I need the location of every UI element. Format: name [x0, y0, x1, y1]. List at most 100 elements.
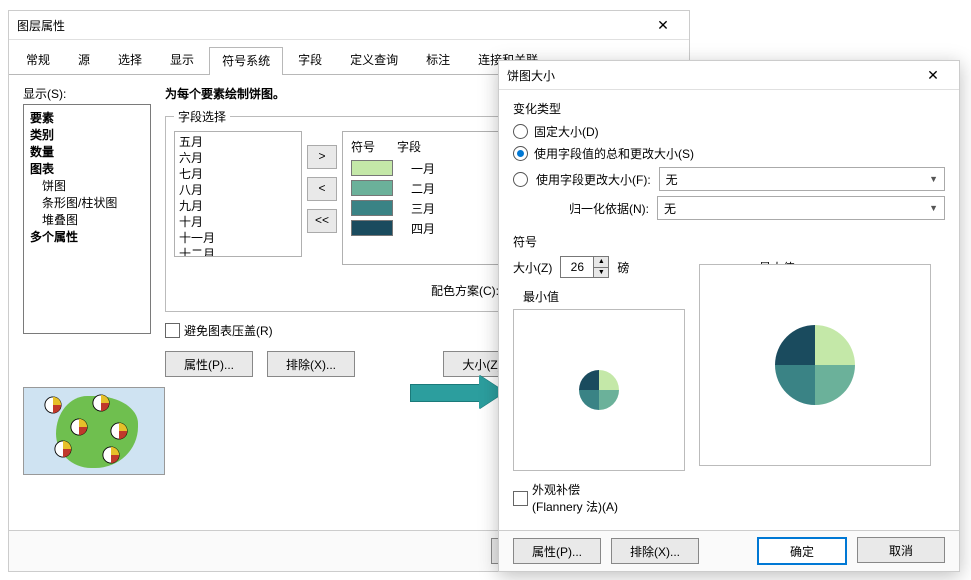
exclude-button[interactable]: 排除(X)... [267, 351, 355, 377]
radio-sum-size[interactable]: 使用字段值的总和更改大小(S) [513, 145, 945, 162]
titlebar: 图层属性 ✕ [9, 11, 689, 40]
variation-group: 变化类型 固定大小(D) 使用字段值的总和更改大小(S) 使用字段更改大小(F)… [513, 98, 945, 225]
avoid-overlap-label: 避免图表压盖(R) [184, 322, 273, 339]
tab-display[interactable]: 显示 [157, 46, 207, 74]
mini-pie-icon [54, 440, 72, 458]
pie-icon [579, 370, 619, 410]
radio-icon [513, 172, 528, 187]
properties-button[interactable]: 属性(P)... [513, 538, 601, 564]
radio-label: 使用字段更改大小(F): [536, 171, 651, 188]
dialog-title: 饼图大小 [507, 67, 915, 84]
field-item[interactable]: 九月 [179, 198, 297, 214]
col-symbol: 符号 [351, 138, 375, 155]
show-listbox[interactable]: 要素 类别 数量 图表 饼图 条形图/柱状图 堆叠图 多个属性 [23, 104, 151, 334]
flannery-label-2: (Flannery 法)(A) [532, 498, 618, 515]
field-item[interactable]: 六月 [179, 150, 297, 166]
field-item[interactable]: 十一月 [179, 230, 297, 246]
colorscheme-label: 配色方案(C): [431, 282, 499, 299]
mini-pie-icon [70, 418, 88, 436]
add-field-button[interactable]: > [307, 145, 337, 169]
field-item[interactable]: 十月 [179, 214, 297, 230]
tree-bar[interactable]: 条形图/柱状图 [30, 194, 144, 211]
ok-button[interactable]: 确定 [757, 537, 847, 565]
show-tree: 显示(S): 要素 类别 数量 图表 饼图 条形图/柱状图 堆叠图 多个属性 [23, 85, 151, 334]
window-title: 图层属性 [17, 17, 645, 34]
close-icon[interactable]: ✕ [645, 13, 681, 37]
symbol-label: 一月 [411, 160, 435, 177]
radio-icon [513, 124, 528, 139]
tree-charts[interactable]: 图表 [30, 160, 144, 177]
checkbox-icon [513, 491, 528, 506]
symbol-label: 四月 [411, 220, 435, 237]
field-item[interactable]: 十二月 [179, 246, 297, 257]
avoid-overlap-checkbox[interactable]: 避免图表压盖(R) [165, 322, 273, 339]
radio-label: 固定大小(D) [534, 123, 599, 140]
tab-fields[interactable]: 字段 [285, 46, 335, 74]
show-label: 显示(S): [23, 85, 151, 102]
spinner-up-icon[interactable]: ▲ [594, 257, 608, 267]
size-unit: 磅 [617, 259, 629, 276]
size-input[interactable] [561, 257, 593, 277]
col-field: 字段 [397, 138, 421, 155]
tree-stacked[interactable]: 堆叠图 [30, 211, 144, 228]
radio-icon [513, 146, 528, 161]
symbol-label: 三月 [411, 200, 435, 217]
mini-pie-icon [44, 396, 62, 414]
field-item[interactable]: 五月 [179, 134, 297, 150]
tab-general[interactable]: 常规 [13, 46, 63, 74]
normalize-select[interactable]: 无 ▼ [657, 196, 945, 220]
select-value: 无 [666, 171, 678, 188]
tree-categories[interactable]: 类别 [30, 126, 144, 143]
size-label: 大小(Z) [513, 259, 552, 276]
remove-all-button[interactable]: << [307, 209, 337, 233]
min-pie-preview [513, 309, 685, 471]
close-icon[interactable]: ✕ [915, 63, 951, 87]
tab-labels[interactable]: 标注 [413, 46, 463, 74]
min-label: 最小值 [523, 288, 685, 305]
field-item[interactable]: 八月 [179, 182, 297, 198]
select-value: 无 [664, 200, 676, 217]
pie-icon [775, 325, 855, 405]
radio-field-size[interactable]: 使用字段更改大小(F): 无 ▼ [513, 167, 945, 191]
tree-features[interactable]: 要素 [30, 109, 144, 126]
tree-multiattr[interactable]: 多个属性 [30, 228, 144, 245]
remove-field-button[interactable]: < [307, 177, 337, 201]
mini-pie-icon [102, 446, 120, 464]
titlebar: 饼图大小 ✕ [499, 61, 959, 90]
tab-defquery[interactable]: 定义查询 [337, 46, 411, 74]
normalize-row: 归一化依据(N): 无 ▼ [569, 196, 945, 220]
max-pie-preview [699, 264, 931, 466]
radio-fixed-size[interactable]: 固定大小(D) [513, 123, 945, 140]
size-spinner[interactable]: ▲ ▼ [560, 256, 609, 278]
flannery-checkbox[interactable]: 外观补偿 (Flannery 法)(A) [513, 481, 945, 515]
chevron-down-icon: ▼ [929, 203, 938, 213]
checkbox-icon [165, 323, 180, 338]
symbol-label: 二月 [411, 180, 435, 197]
symbol-group-label: 符号 [513, 233, 945, 250]
tree-quantities[interactable]: 数量 [30, 143, 144, 160]
tab-source[interactable]: 源 [65, 46, 103, 74]
available-fields-list[interactable]: 五月 六月 七月 八月 九月 十月 十一月 十二月 ORIG_FID [174, 131, 302, 257]
color-swatch[interactable] [351, 220, 393, 236]
pie-size-dialog: 饼图大小 ✕ 变化类型 固定大小(D) 使用字段值的总和更改大小(S) 使用字段… [498, 60, 960, 572]
chevron-down-icon: ▼ [929, 174, 938, 184]
mini-pie-icon [110, 422, 128, 440]
symbol-group: 符号 大小(Z) ▲ ▼ 磅 最大值 最小值 [513, 231, 945, 515]
field-select[interactable]: 无 ▼ [659, 167, 945, 191]
color-swatch[interactable] [351, 200, 393, 216]
exclude-button[interactable]: 排除(X)... [611, 538, 699, 564]
map-preview [23, 387, 165, 475]
field-item[interactable]: 七月 [179, 166, 297, 182]
spinner-down-icon[interactable]: ▼ [594, 267, 608, 278]
color-swatch[interactable] [351, 180, 393, 196]
variation-label: 变化类型 [513, 100, 945, 117]
color-swatch[interactable] [351, 160, 393, 176]
normalize-label: 归一化依据(N): [569, 200, 649, 217]
tab-symbology[interactable]: 符号系统 [209, 47, 283, 75]
tree-pie[interactable]: 饼图 [30, 177, 144, 194]
properties-button[interactable]: 属性(P)... [165, 351, 253, 377]
fieldselection-label: 字段选择 [174, 108, 230, 125]
tab-selection[interactable]: 选择 [105, 46, 155, 74]
cancel-button[interactable]: 取消 [857, 537, 945, 563]
mini-pie-icon [92, 394, 110, 412]
